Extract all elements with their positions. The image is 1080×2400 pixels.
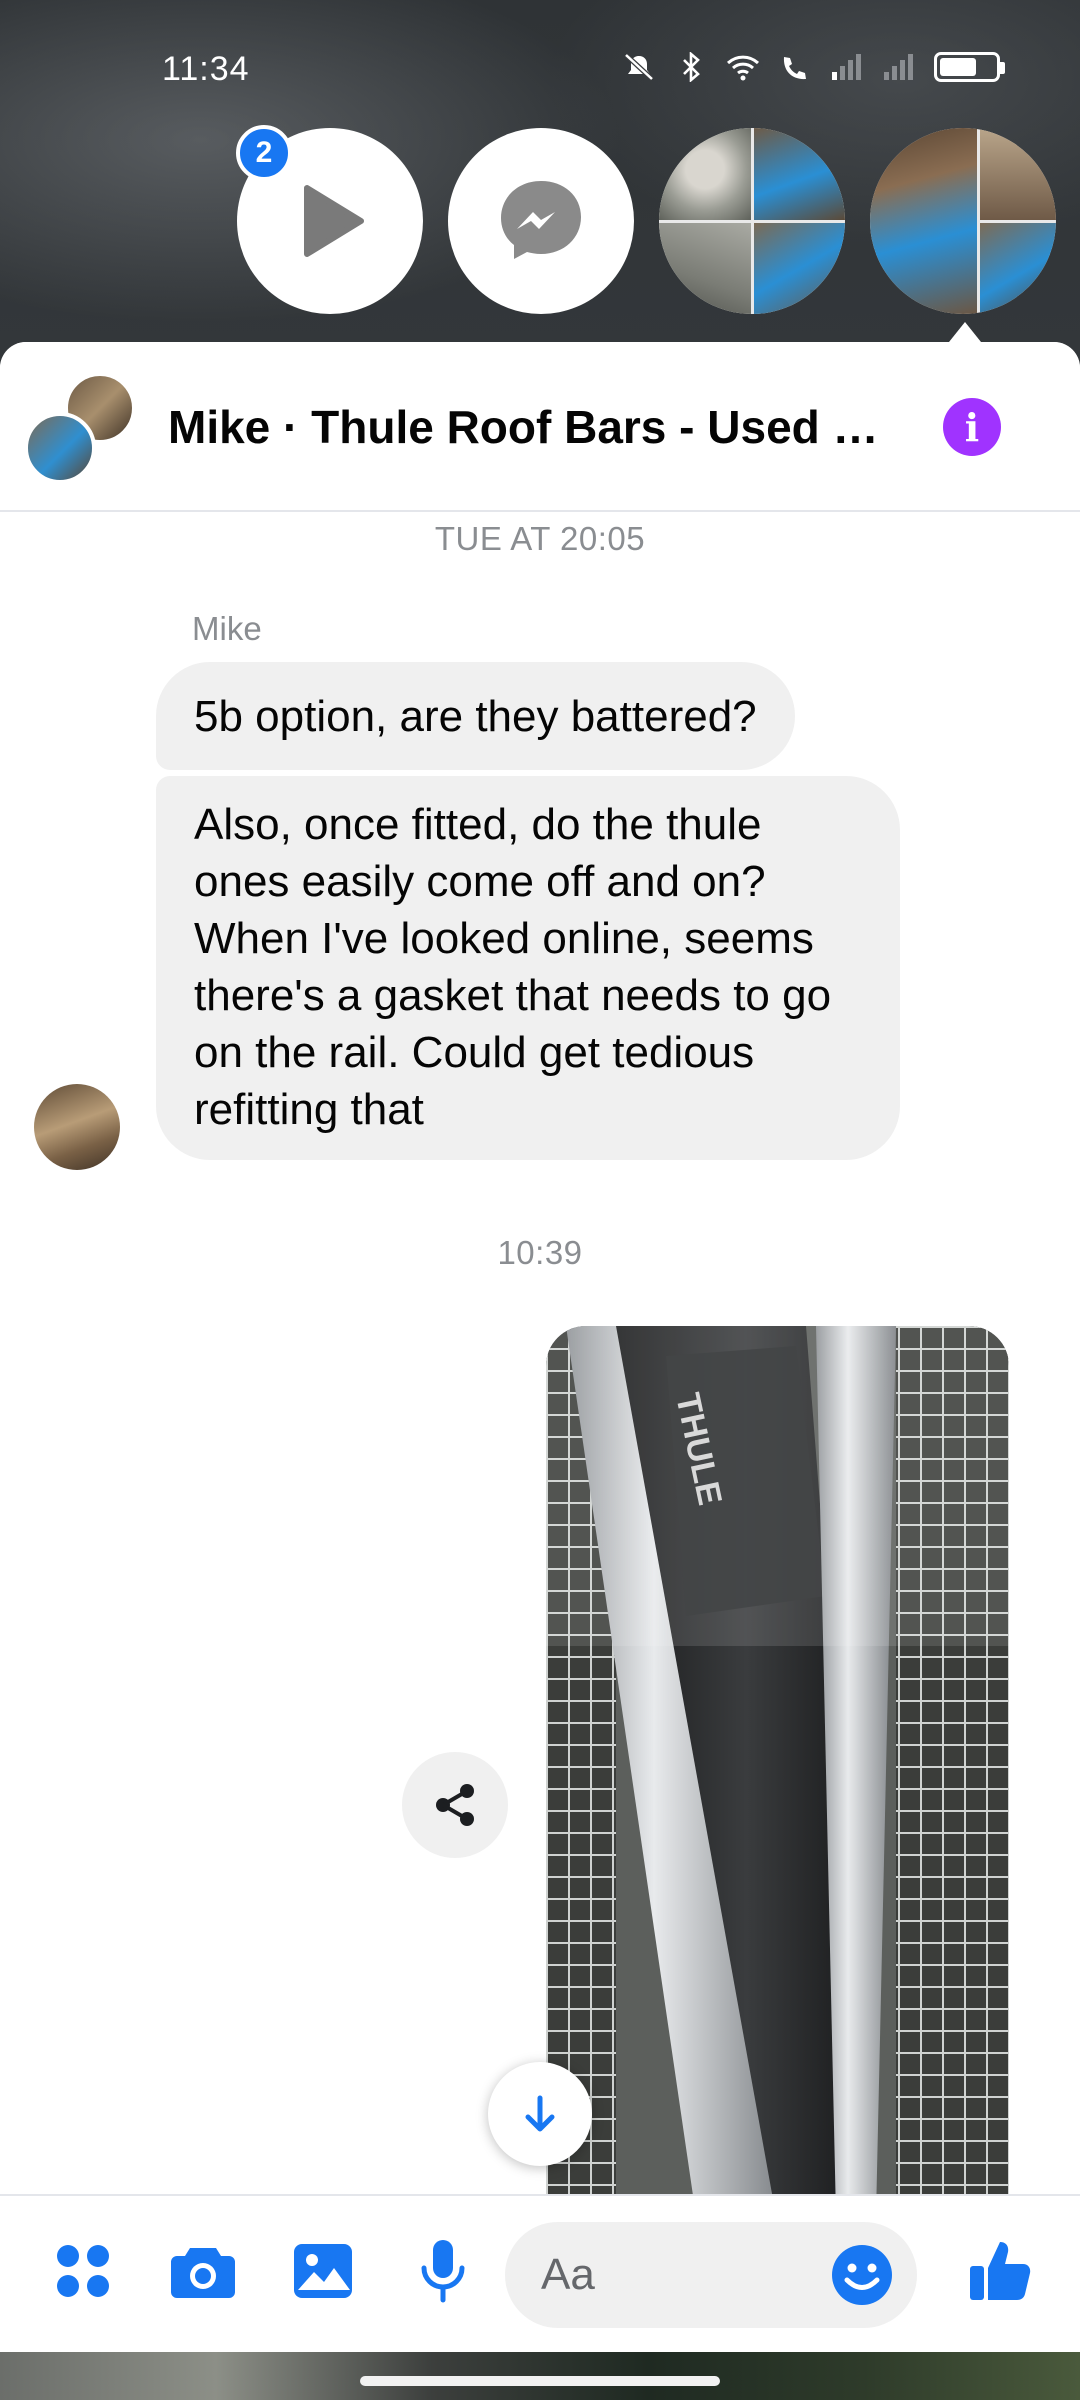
photo-message[interactable]: THULE [546,1326,1009,2216]
message-timestamp: 10:39 [497,1234,583,1271]
microphone-button[interactable] [408,2236,478,2306]
share-button[interactable] [402,1752,508,1858]
microphone-icon [421,2240,465,2303]
bluetooth-icon [683,52,700,82]
chat-panel: Mike · Thule Roof Bars - Used &... i TUE… [0,342,1080,2352]
scroll-to-bottom-button[interactable] [488,2062,592,2166]
conversation-header: Mike · Thule Roof Bars - Used &... i [0,342,1080,512]
camera-button[interactable] [168,2236,238,2306]
message-bubble[interactable]: 5b option, are they battered? [156,662,795,770]
message-composer [0,2194,1080,2352]
status-time: 11:34 [162,50,250,88]
like-button[interactable] [966,2236,1036,2306]
message-input[interactable] [541,2244,801,2306]
info-icon[interactable]: i [943,398,1001,456]
chat-head-group-photo-2[interactable] [870,128,1056,314]
mute-icon [624,53,654,81]
wifi-calling-icon [783,57,806,80]
messenger-icon [501,181,581,259]
sender-name: Mike [192,610,262,647]
group-avatar[interactable] [24,372,136,484]
conversation-title[interactable]: Mike · Thule Roof Bars - Used &... [168,400,888,454]
message-timestamp: TUE AT 20:05 [434,520,646,557]
status-bar: 11:34 [0,0,1080,120]
arrow-down-icon [525,2095,555,2132]
chat-head-group-photo-1[interactable] [659,128,845,314]
apps-button[interactable] [48,2236,118,2306]
chat-head-messenger[interactable] [448,128,634,314]
wifi-icon [726,55,760,81]
active-head-pointer [949,322,981,342]
battery-icon [934,52,1005,82]
photo-roof-bars: THULE [546,1326,1009,2216]
gallery-button[interactable] [288,2236,358,2306]
sender-avatar[interactable] [34,1084,120,1170]
chat-heads [0,128,1080,318]
signal-2-icon [884,54,913,80]
message-bubble[interactable]: Also, once fitted, do the thule ones eas… [156,776,900,1160]
thumbs-up-icon [970,2242,1031,2300]
status-icons [622,52,1005,82]
unread-badge: 2 [236,125,292,181]
camera-icon [171,2248,235,2298]
message-text-field[interactable] [505,2222,917,2328]
apps-icon [57,2245,109,2297]
share-icon [436,1784,474,1826]
gallery-icon [294,2244,352,2298]
group-avatar-photo-2 [24,412,96,484]
play-icon [304,185,364,257]
signal-icon [832,54,861,80]
emoji-icon[interactable] [829,2242,895,2308]
navigation-handle[interactable] [360,2376,720,2386]
